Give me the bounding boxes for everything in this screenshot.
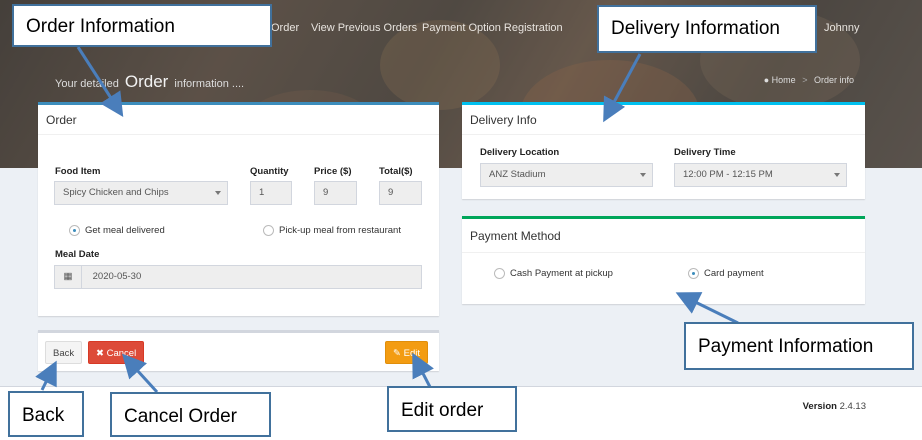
arrow-payment-info <box>675 292 739 325</box>
callout-order-information: Order Information <box>12 4 272 47</box>
callout-payment-information: Payment Information <box>684 322 914 370</box>
callout-edit-order: Edit order <box>387 386 517 432</box>
callout-back: Back <box>8 391 84 437</box>
arrow-order-info <box>76 46 124 118</box>
annotation-arrows <box>35 46 739 394</box>
callout-cancel-order: Cancel Order <box>110 392 271 437</box>
callout-delivery-information: Delivery Information <box>597 5 817 53</box>
arrow-cancel-order <box>121 353 159 394</box>
arrow-back <box>35 360 57 391</box>
arrow-edit-order <box>412 352 434 388</box>
arrow-delivery-info <box>603 53 642 123</box>
